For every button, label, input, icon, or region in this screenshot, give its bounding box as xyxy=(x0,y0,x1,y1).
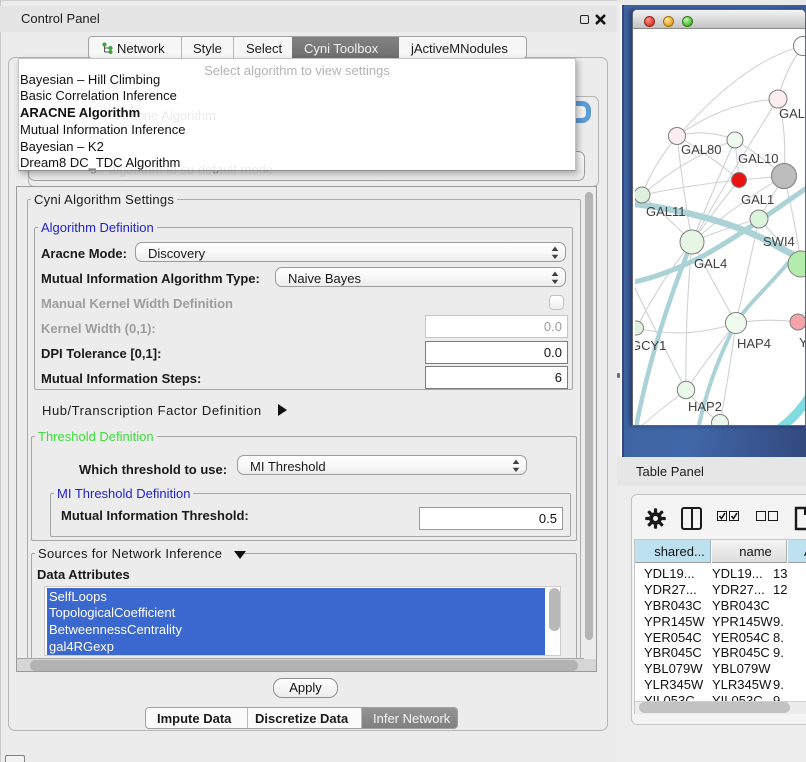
svg-text:GAL1: GAL1 xyxy=(741,192,774,207)
svg-text:GAL4: GAL4 xyxy=(694,256,727,271)
svg-text:GAL80: GAL80 xyxy=(681,142,721,157)
svg-text:SWI4: SWI4 xyxy=(763,234,795,249)
svg-text:Y: Y xyxy=(799,335,806,350)
svg-text:HAP4: HAP4 xyxy=(737,336,771,351)
svg-text:GAL11: GAL11 xyxy=(646,204,686,219)
svg-text:GAL10: GAL10 xyxy=(738,151,778,166)
svg-text:HAP2: HAP2 xyxy=(688,399,722,414)
svg-text:GCY1: GCY1 xyxy=(635,338,666,353)
svg-text:GAL7: GAL7 xyxy=(779,106,806,121)
